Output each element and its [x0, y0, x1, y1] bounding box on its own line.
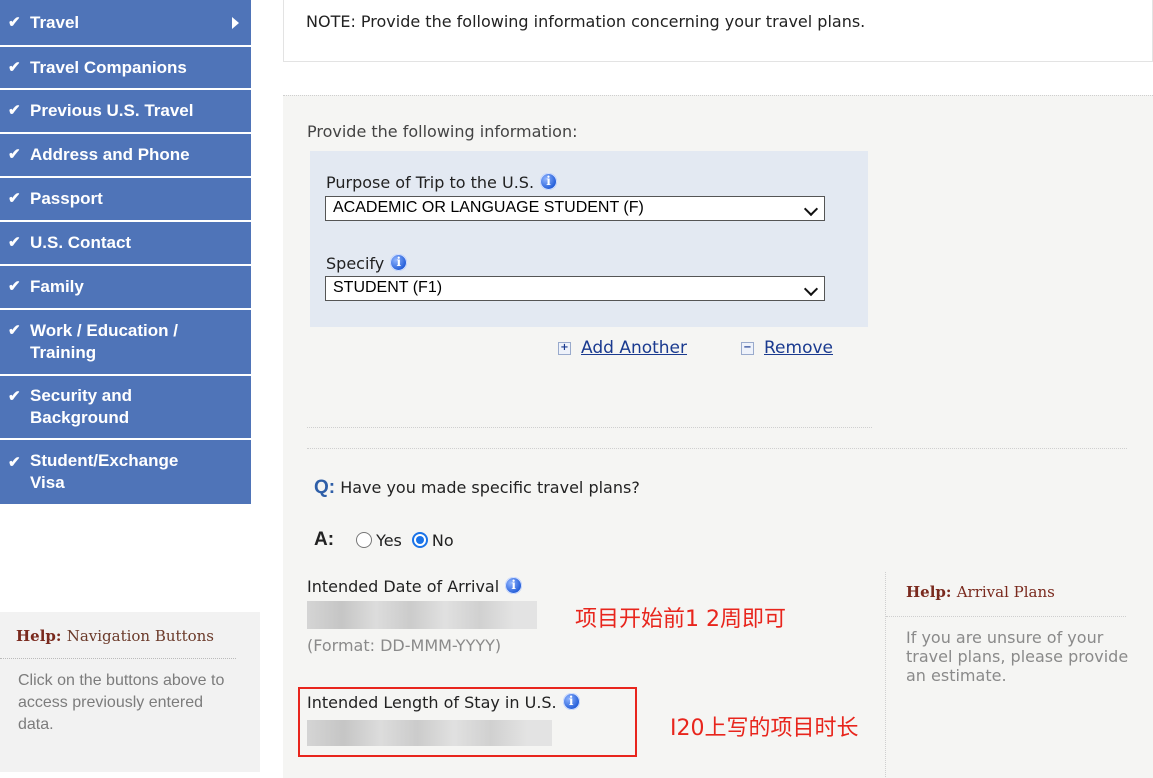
sidebar-item-label: Passport: [30, 189, 103, 208]
question-text: Have you made specific travel plans?: [340, 478, 640, 497]
sidebar-item-passport[interactable]: ✔ Passport: [0, 178, 251, 221]
check-icon: ✔: [8, 278, 21, 295]
sidebar-item-label: Previous U.S. Travel: [30, 101, 194, 120]
chevron-down-icon: [803, 201, 819, 217]
info-icon[interactable]: i: [390, 254, 408, 271]
divider: [0, 658, 236, 659]
specify-select-value: STUDENT (F1): [333, 279, 443, 296]
help-navigation-panel: Help: Navigation Buttons Click on the bu…: [0, 612, 260, 772]
sidebar-item-label: Travel Companions: [30, 57, 187, 77]
info-icon[interactable]: i: [540, 173, 558, 190]
check-icon: ✔: [8, 234, 21, 251]
provide-info-label: Provide the following information:: [307, 122, 578, 141]
purpose-select-value: ACADEMIC OR LANGUAGE STUDENT (F): [333, 199, 644, 216]
sidebar-item-travel-companions[interactable]: ✔ Travel Companions: [0, 47, 251, 89]
divider: [307, 427, 872, 428]
purpose-label-text: Purpose of Trip to the U.S.: [326, 173, 535, 192]
sidebar-item-security-and-background[interactable]: ✔ Security and Background: [0, 376, 251, 439]
purpose-label: Purpose of Trip to the U.S. i: [326, 173, 558, 192]
sidebar-item-travel[interactable]: ✔ Travel: [0, 0, 251, 46]
sidebar-item-label: Family: [30, 277, 84, 296]
sidebar-item-label: Security and Background: [30, 386, 133, 427]
remove-link[interactable]: − Remove: [741, 338, 833, 358]
sidebar-item-label: U.S. Contact: [30, 233, 132, 252]
radio-no-label[interactable]: No: [432, 531, 454, 550]
arrival-label-text: Intended Date of Arrival: [307, 577, 500, 596]
minus-icon: −: [741, 341, 754, 355]
check-icon: ✔: [8, 58, 21, 76]
annotation-highlight-box: [298, 687, 637, 757]
sidebar-item-label: Travel: [30, 12, 80, 32]
note-text: NOTE: Provide the following information …: [306, 12, 866, 31]
check-icon: ✔: [8, 454, 21, 471]
help-prefix: Help:: [906, 583, 952, 601]
chevron-down-icon: [803, 281, 819, 297]
radio-yes-label[interactable]: Yes: [376, 531, 402, 550]
check-icon: ✔: [8, 13, 21, 31]
specify-select[interactable]: STUDENT (F1): [325, 276, 825, 301]
date-format-hint: (Format: DD-MMM-YYYY): [307, 636, 502, 655]
check-icon: ✔: [8, 102, 21, 119]
arrow-right-icon: [232, 16, 239, 29]
sidebar-item-previous-us-travel[interactable]: ✔ Previous U.S. Travel: [0, 90, 251, 133]
specify-label: Specify i: [326, 254, 408, 273]
purpose-of-trip-select[interactable]: ACADEMIC OR LANGUAGE STUDENT (F): [325, 196, 825, 221]
check-icon: ✔: [8, 322, 21, 339]
sidebar-item-family[interactable]: ✔ Family: [0, 266, 251, 309]
help-navigation-text: Click on the buttons above to access pre…: [18, 672, 225, 733]
help-prefix: Help:: [16, 627, 62, 645]
remove-text[interactable]: Remove: [764, 338, 833, 358]
sidebar-item-label: Student/Exchange Visa: [30, 451, 179, 492]
sidebar-item-label: Address and Phone: [30, 145, 190, 164]
plus-icon: +: [558, 341, 571, 355]
divider: [307, 448, 1127, 449]
add-another-text[interactable]: Add Another: [581, 338, 687, 358]
check-icon: ✔: [8, 190, 21, 207]
sidebar-item-work-education-training[interactable]: ✔ Work / Education / Training: [0, 310, 251, 375]
divider: [886, 616, 1126, 617]
sidebar-item-us-contact[interactable]: ✔ U.S. Contact: [0, 222, 251, 265]
help-arrival-text: If you are unsure of your travel plans, …: [906, 628, 1129, 685]
question-letter: Q:: [314, 477, 336, 498]
annotation-length-note: I20上写的项目时长: [670, 716, 859, 741]
annotation-arrival-note: 项目开始前1 2周即可: [575, 607, 786, 632]
answer-travel-plans: A: Yes No: [314, 529, 454, 551]
check-icon: ✔: [8, 146, 21, 163]
radio-no[interactable]: [411, 532, 428, 548]
radio-yes[interactable]: [356, 532, 373, 548]
question-travel-plans: Q: Have you made specific travel plans?: [314, 477, 640, 499]
arrival-date-field-redacted[interactable]: [307, 601, 537, 629]
purpose-of-trip-group: Purpose of Trip to the U.S. i ACADEMIC OR…: [310, 151, 868, 327]
help-title-text: Navigation Buttons: [66, 627, 214, 645]
check-icon: ✔: [8, 388, 21, 405]
specify-label-text: Specify: [326, 254, 385, 273]
answer-letter: A:: [314, 529, 335, 550]
arrival-date-label: Intended Date of Arrival i: [307, 577, 523, 596]
info-icon[interactable]: i: [505, 577, 523, 594]
add-another-link[interactable]: + Add Another: [558, 338, 687, 358]
sidebar-item-label: Work / Education / Training: [30, 321, 178, 362]
help-arrival-title: Help: Arrival Plans: [906, 583, 1055, 601]
sidebar-item-address-and-phone[interactable]: ✔ Address and Phone: [0, 134, 251, 177]
sidebar-item-student-exchange-visa[interactable]: ✔ Student/Exchange Visa: [0, 440, 251, 505]
note-box: NOTE: Provide the following information …: [283, 0, 1153, 62]
help-arrival-panel: Help: Arrival Plans If you are unsure of…: [885, 572, 1153, 777]
help-title-text: Arrival Plans: [956, 583, 1055, 601]
help-navigation-title: Help: Navigation Buttons: [16, 627, 214, 645]
